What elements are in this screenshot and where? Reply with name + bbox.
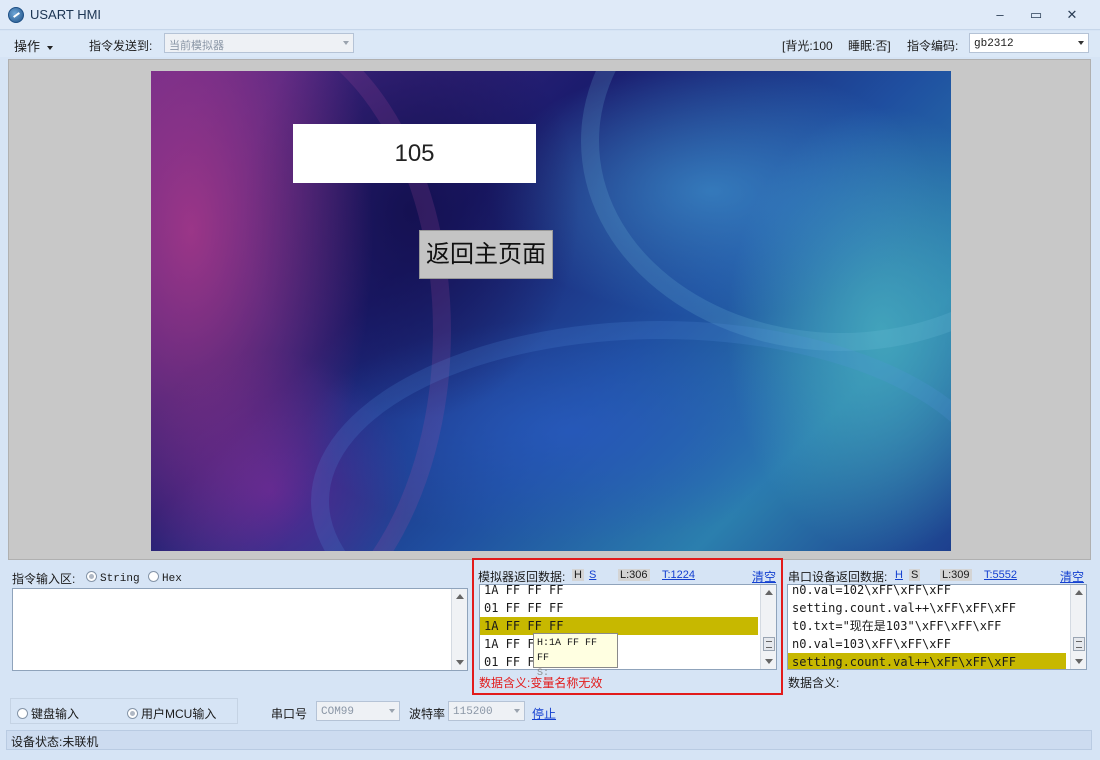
send-to-value: 当前模拟器 bbox=[169, 40, 224, 52]
chevron-down-icon bbox=[1078, 41, 1084, 45]
stop-link[interactable]: 停止 bbox=[532, 705, 556, 722]
port-label: 串口号 bbox=[271, 707, 308, 721]
sim-return-label: 模拟器返回数据: bbox=[478, 570, 566, 584]
simulator-area: 105 返回主页面 bbox=[8, 59, 1091, 560]
encoding-value: gb2312 bbox=[974, 38, 1014, 50]
mode-hex-radio[interactable]: Hex bbox=[148, 570, 182, 585]
scrollbar[interactable] bbox=[451, 589, 467, 670]
device-status: 设备状态:未联机 bbox=[11, 735, 99, 749]
app-logo-icon bbox=[8, 7, 24, 23]
sim-hex-toggle[interactable]: H bbox=[572, 569, 584, 581]
command-input-label: 指令输入区: bbox=[12, 572, 76, 586]
chevron-down-icon bbox=[343, 41, 349, 45]
scroll-down-icon[interactable] bbox=[456, 660, 464, 665]
send-to-select[interactable]: 当前模拟器 bbox=[164, 33, 354, 53]
serial-clear-link[interactable]: 清空 bbox=[1060, 568, 1084, 585]
log-line[interactable]: n0.val=103\xFF\xFF\xFF bbox=[788, 635, 1066, 653]
window-title: USART HMI bbox=[30, 7, 102, 22]
mcu-input-radio[interactable]: 用户MCU输入 bbox=[127, 705, 216, 722]
baud-select[interactable]: 115200 bbox=[448, 701, 525, 721]
radio-icon bbox=[86, 571, 97, 582]
simulator-screen[interactable]: 105 返回主页面 bbox=[151, 71, 951, 551]
log-line[interactable]: setting.count.val++\xFF\xFF\xFF bbox=[788, 599, 1066, 617]
log-line[interactable]: 1A FF FF FF bbox=[480, 585, 758, 599]
keyboard-input-radio[interactable]: 键盘输入 bbox=[17, 705, 79, 722]
encoding-select[interactable]: gb2312 bbox=[969, 33, 1089, 53]
command-input-field[interactable] bbox=[12, 588, 468, 671]
scrollbar[interactable] bbox=[1070, 585, 1086, 669]
encoding-label: 指令编码: bbox=[907, 39, 959, 53]
mode-string-radio[interactable]: String bbox=[86, 570, 140, 585]
chevron-down-icon bbox=[389, 709, 395, 713]
scrollbar[interactable] bbox=[760, 585, 776, 669]
scroll-thumb[interactable] bbox=[1073, 637, 1085, 651]
sim-line-count: L:306 bbox=[618, 569, 650, 581]
sim-clear-link[interactable]: 清空 bbox=[752, 568, 776, 585]
scroll-thumb[interactable] bbox=[763, 637, 775, 651]
status-bar: 设备状态:未联机 bbox=[6, 730, 1092, 750]
hover-tooltip: H:1A FF FF FF S: bbox=[533, 633, 618, 679]
log-line[interactable]: 1A FF FF FF bbox=[480, 635, 758, 653]
minimize-button[interactable]: – bbox=[988, 6, 1012, 24]
backlight-status: [背光:100 bbox=[782, 39, 833, 53]
number-display: 105 bbox=[293, 124, 536, 183]
sim-data-meaning: 数据含义:变量名称无效 bbox=[479, 676, 603, 690]
sim-total-count[interactable]: T:1224 bbox=[662, 569, 695, 581]
chevron-down-icon bbox=[514, 709, 520, 713]
sim-string-toggle[interactable]: S bbox=[589, 569, 596, 581]
return-home-button[interactable]: 返回主页面 bbox=[419, 230, 553, 279]
log-line[interactable]: 1A FF FF FF bbox=[480, 617, 758, 635]
input-source-group: 键盘输入 用户MCU输入 bbox=[10, 698, 238, 724]
maximize-button[interactable]: ▭ bbox=[1024, 6, 1048, 24]
log-line[interactable]: n0.val=102\xFF\xFF\xFF bbox=[788, 585, 1066, 599]
wallpaper-swirl bbox=[581, 71, 951, 351]
log-line[interactable]: 01 FF FF FF bbox=[480, 653, 758, 669]
send-to-label: 指令发送到: bbox=[89, 39, 153, 53]
tooltip-hex: H:1A FF FF FF bbox=[537, 638, 598, 664]
serial-line-count: L:309 bbox=[940, 569, 972, 581]
sim-return-list[interactable]: 01 FF FF FF 1A FF FF FF 1A FF FF FF 01 FF F… bbox=[479, 584, 777, 670]
chevron-down-icon bbox=[47, 45, 54, 50]
serial-return-list[interactable]: setting.count.val++\xFF\xFF\xFF n0.val=10… bbox=[787, 584, 1087, 670]
title-bar: USART HMI – ▭ ✕ bbox=[0, 0, 1100, 30]
scroll-up-icon[interactable] bbox=[1075, 590, 1083, 595]
close-button[interactable]: ✕ bbox=[1060, 6, 1084, 24]
serial-string-toggle[interactable]: S bbox=[909, 569, 921, 581]
scroll-down-icon[interactable] bbox=[765, 659, 773, 664]
serial-data-meaning: 数据含义: bbox=[788, 676, 840, 690]
log-line[interactable]: setting.count.val++\xFF\xFF\xFF bbox=[788, 653, 1066, 669]
scroll-up-icon[interactable] bbox=[456, 594, 464, 599]
radio-icon bbox=[127, 708, 138, 719]
scroll-down-icon[interactable] bbox=[1075, 659, 1083, 664]
log-line[interactable]: t0.txt="现在是103"\xFF\xFF\xFF bbox=[788, 617, 1066, 635]
operate-menu[interactable]: 操作 bbox=[14, 36, 54, 55]
log-line[interactable]: 01 FF FF FF bbox=[480, 599, 758, 617]
serial-return-label: 串口设备返回数据: bbox=[788, 570, 888, 584]
baud-label: 波特率 bbox=[409, 707, 446, 721]
serial-hex-toggle[interactable]: H bbox=[895, 569, 903, 581]
sleep-status: 睡眠:否] bbox=[848, 39, 891, 53]
serial-total-count[interactable]: T:5552 bbox=[984, 569, 1017, 581]
radio-icon bbox=[17, 708, 28, 719]
scroll-up-icon[interactable] bbox=[765, 590, 773, 595]
radio-icon bbox=[148, 571, 159, 582]
port-select[interactable]: COM99 bbox=[316, 701, 400, 721]
toolbar: 操作 指令发送到: 当前模拟器 [背光:100 睡眠:否] 指令编码: gb23… bbox=[0, 31, 1100, 57]
